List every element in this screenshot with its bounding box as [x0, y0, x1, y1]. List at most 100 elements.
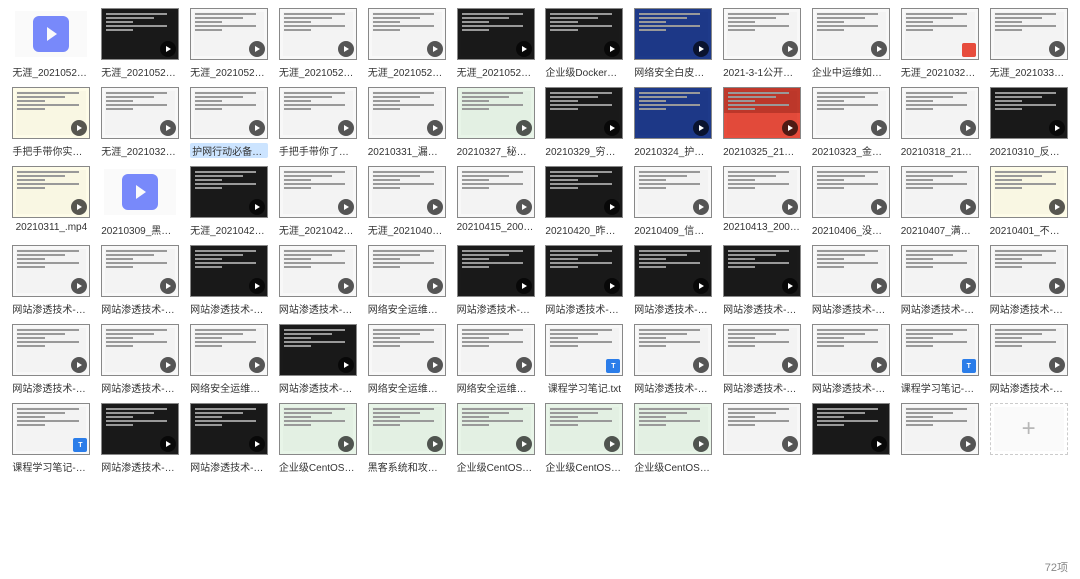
file-item[interactable]: 网站渗透技术-02...	[632, 245, 715, 316]
file-item[interactable]: 网站渗透技术-03...	[810, 324, 893, 395]
play-icon	[516, 357, 532, 373]
play-icon	[160, 278, 176, 294]
file-label: 20210318_21世...	[901, 143, 979, 158]
file-item[interactable]: 网站渗透技术-02...	[987, 324, 1070, 395]
file-item[interactable]: 20210409_信不...	[632, 166, 715, 237]
file-thumbnail	[279, 87, 357, 139]
file-item[interactable]: 20210327_秘钥...	[454, 87, 537, 158]
file-item[interactable]: 20210406_没注...	[810, 166, 893, 237]
play-icon	[693, 199, 709, 215]
file-item[interactable]: 无涯_20210528_...	[365, 8, 448, 79]
file-label: 20210409_信不...	[634, 222, 712, 237]
file-item[interactable]: T课程学习笔记-02...	[898, 324, 981, 395]
file-label: 网站渗透技术-05...	[279, 380, 357, 395]
file-item[interactable]	[898, 403, 981, 474]
file-item[interactable]: 20210324_护网...	[632, 87, 715, 158]
play-icon	[249, 278, 265, 294]
file-item[interactable]: 无涯_20210330_...	[987, 8, 1070, 79]
file-item[interactable]	[721, 403, 804, 474]
file-item[interactable]: T课程学习笔记.txt	[543, 324, 626, 395]
file-item[interactable]	[810, 403, 893, 474]
file-item[interactable]: 无涯_20210521_...	[99, 8, 182, 79]
file-item[interactable]: 无涯_20210424_...	[188, 166, 271, 237]
file-item[interactable]: 企业级Docker容...	[543, 8, 626, 79]
file-item[interactable]: 20210415_2005...	[454, 166, 537, 237]
file-thumbnail	[457, 8, 535, 60]
file-item[interactable]: 无涯_20210328_...	[898, 8, 981, 79]
file-label: 企业级CentOS系...	[545, 459, 623, 474]
file-thumbnail	[101, 87, 179, 139]
file-item[interactable]: 企业级CentOS系...	[277, 403, 360, 474]
file-item[interactable]: 网站渗透技术-01...	[188, 245, 271, 316]
file-item[interactable]: 网站渗透技术-06...	[277, 245, 360, 316]
file-item[interactable]: 20210407_满足...	[898, 166, 981, 237]
file-item[interactable]: 手把手带你了解...	[277, 87, 360, 158]
file-item[interactable]: 无涯_20210522_...	[188, 8, 271, 79]
file-item[interactable]: 护网行动必备技...	[188, 87, 271, 158]
file-thumbnail	[812, 166, 890, 218]
file-item[interactable]: 网站渗透技术-05...	[99, 245, 182, 316]
file-item[interactable]: 2021-3-1公开课...	[721, 8, 804, 79]
file-item[interactable]: 20210310_反黑...	[987, 87, 1070, 158]
file-label: 手把手带你实现...	[12, 143, 90, 158]
file-thumbnail	[812, 87, 890, 139]
file-item[interactable]: 无涯_20210402_...	[365, 166, 448, 237]
file-item[interactable]: 黑客系统和攻防...	[365, 403, 448, 474]
file-item[interactable]: 网站渗透技术-01...	[632, 324, 715, 395]
file-item[interactable]: 网站渗透技术-02...	[99, 403, 182, 474]
file-item[interactable]: 网站渗透技术-03...	[10, 245, 93, 316]
file-thumbnail	[990, 166, 1068, 218]
file-item[interactable]: 无涯_20210529_...	[454, 8, 537, 79]
file-item[interactable]: 网站渗透技术-07...	[721, 245, 804, 316]
file-item[interactable]: 网络安全运维班...	[454, 324, 537, 395]
file-item[interactable]: 网络安全白皮书V...	[632, 8, 715, 79]
file-item[interactable]: 企业级CentOS系...	[632, 403, 715, 474]
file-thumbnail	[723, 324, 801, 376]
file-label: 手把手带你了解...	[279, 143, 357, 158]
file-label: 网站渗透技术-09...	[12, 380, 90, 395]
file-item[interactable]: T课程学习笔记-01...	[10, 403, 93, 474]
file-item[interactable]: 20210401_不会...	[987, 166, 1070, 237]
file-item[interactable]: 20210318_21世...	[898, 87, 981, 158]
play-icon	[338, 41, 354, 57]
file-item[interactable]: 20210311_.mp4	[10, 166, 93, 237]
file-item[interactable]: 20210309_黑客...	[99, 166, 182, 237]
file-item[interactable]: 20210325_21世...	[721, 87, 804, 158]
file-item[interactable]: 企业中运维如对...	[810, 8, 893, 79]
file-item[interactable]: 20210420_昨晚...	[543, 166, 626, 237]
file-label: 无涯_20210424_...	[190, 222, 268, 237]
file-item[interactable]: 网站渗透技术-06...	[99, 324, 182, 395]
file-item[interactable]: 20210329_穷追...	[543, 87, 626, 158]
file-item[interactable]: 无涯_20210527_...	[277, 8, 360, 79]
file-label: 企业级Docker容...	[545, 64, 623, 79]
file-item[interactable]: +	[987, 403, 1070, 474]
play-icon	[516, 120, 532, 136]
file-item[interactable]: 企业级CentOS系...	[454, 403, 537, 474]
file-item[interactable]: 无涯_20210326_...	[99, 87, 182, 158]
file-item[interactable]: 无涯_20210520_...	[10, 8, 93, 79]
file-item[interactable]: 无涯_20210423_...	[277, 166, 360, 237]
file-item[interactable]: 20210323_金三...	[810, 87, 893, 158]
file-item[interactable]: 网站渗透技术-03...	[810, 245, 893, 316]
file-item[interactable]: 网络安全运维班...	[188, 324, 271, 395]
file-label: 无涯_20210402_...	[368, 222, 446, 237]
file-item[interactable]: 20210413_2005...	[721, 166, 804, 237]
play-icon	[249, 199, 265, 215]
file-item[interactable]: 网站渗透技术-10...	[898, 245, 981, 316]
play-icon	[516, 278, 532, 294]
play-icon	[338, 120, 354, 136]
file-item[interactable]: 网站渗透技术-02...	[188, 403, 271, 474]
file-thumbnail	[190, 245, 268, 297]
file-item[interactable]: 网站渗透技术-08...	[987, 245, 1070, 316]
file-item[interactable]: 企业级CentOS系...	[543, 403, 626, 474]
file-item[interactable]: 网站渗透技术-04...	[721, 324, 804, 395]
file-item[interactable]: 网站渗透技术-04...	[454, 245, 537, 316]
file-item[interactable]: 20210331_漏洞...	[365, 87, 448, 158]
file-item[interactable]: 网络安全运维班...	[365, 324, 448, 395]
file-item[interactable]: 手把手带你实现...	[10, 87, 93, 158]
file-item[interactable]: 网络安全运维班...	[365, 245, 448, 316]
file-item[interactable]: 网站渗透技术-05...	[277, 324, 360, 395]
file-thumbnail: +	[990, 403, 1068, 455]
file-item[interactable]: 网站渗透技术-09...	[10, 324, 93, 395]
file-item[interactable]: 网站渗透技术-02...	[543, 245, 626, 316]
